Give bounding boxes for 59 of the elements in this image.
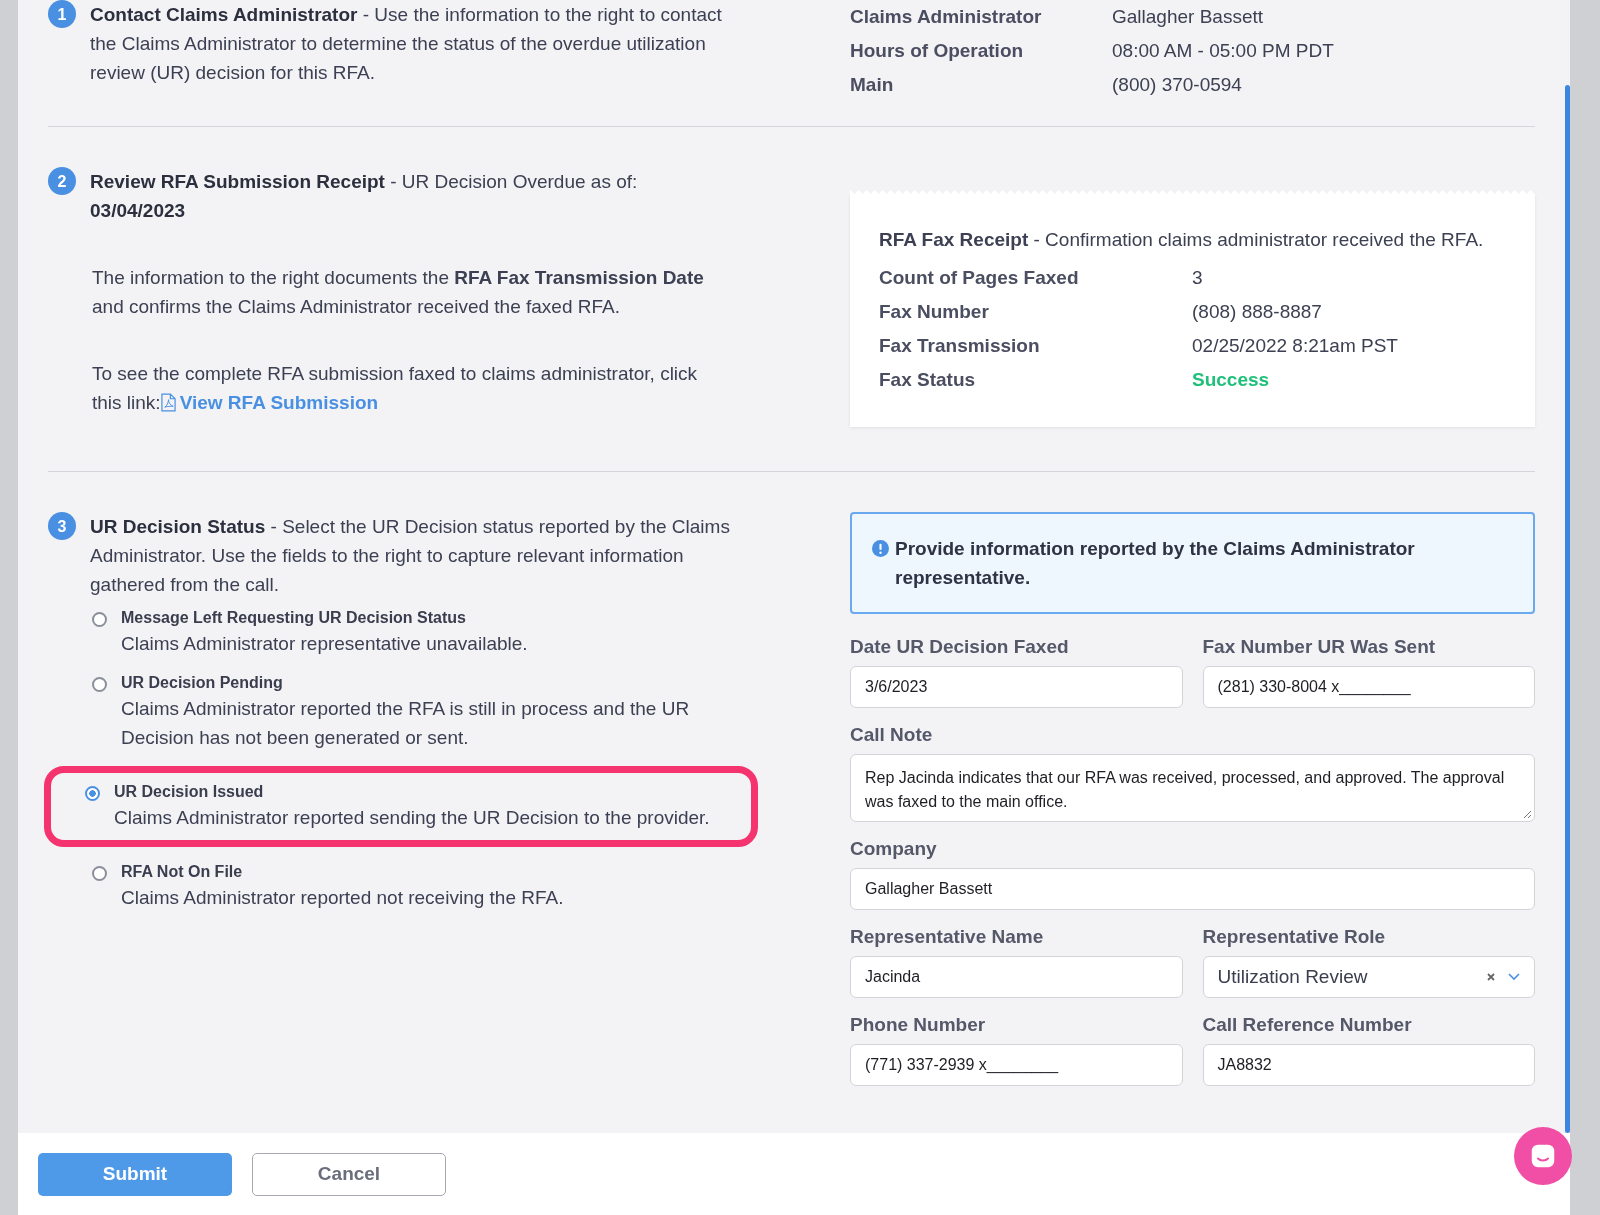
radio-button[interactable]	[92, 866, 107, 881]
option-description: Claims Administrator reported the RFA is still in process and the UR Decision has not been generated or sent.	[121, 697, 691, 750]
receipt-label: Fax Number	[879, 300, 990, 324]
option-title[interactable]: UR Decision Pending	[121, 672, 748, 694]
receipt-label: Fax Transmission	[879, 334, 1041, 358]
receipt-label: Fax Status	[879, 368, 977, 392]
input-field[interactable]: (771) 337-2939 x________	[850, 1044, 1183, 1086]
radio-button[interactable]	[92, 677, 107, 692]
clear-icon[interactable]	[1486, 972, 1496, 982]
scrollbar[interactable]	[1565, 85, 1570, 1133]
field-label: Call Reference Number	[1202, 1013, 1413, 1037]
pdf-file-icon	[160, 393, 176, 412]
detail-label: Main	[850, 73, 895, 97]
info-icon	[872, 540, 889, 557]
step-number: 1	[48, 0, 76, 28]
chevron-down-icon[interactable]	[1508, 973, 1520, 981]
option-title[interactable]: RFA Not On File	[121, 861, 564, 883]
field-label: Date UR Decision Faxed	[850, 635, 1070, 659]
receipt-label: Count of Pages Faxed	[879, 266, 1080, 290]
detail-label: Claims Administrator	[850, 5, 1043, 29]
field-label: Fax Number UR Was Sent	[1202, 635, 1437, 659]
step-heading: Contact Claims Administrator - Use the information to the right to contact the Claims Administrator to determine the status of the overdue utilization review (UR) decision for this RFA.	[90, 3, 723, 85]
input-field[interactable]: JA8832	[1202, 1044, 1535, 1086]
field-label: Company	[850, 837, 938, 861]
step-number: 2	[48, 167, 76, 195]
link-intro-text: To see the complete RFA submission faxed to claims administrator, click this link: View RFA Submission	[92, 362, 699, 415]
input-field[interactable]: 3/6/2023	[850, 666, 1183, 708]
step-heading: UR Decision Status - Select the UR Decision status reported by the Claims Administrator. Use the fields to the right to capture relevant information gathered from the call.	[90, 515, 731, 597]
receipt-value: 3	[1192, 266, 1204, 290]
field-label: Phone Number	[850, 1013, 987, 1037]
role-dropdown[interactable]: Utilization Review	[1202, 956, 1535, 998]
radio-button[interactable]	[92, 612, 107, 627]
step-heading: Review RFA Submission Receipt - UR Decision Overdue as of: 03/04/2023	[90, 170, 639, 223]
description-text: The information to the right documents the RFA Fax Transmission Date and confirms the Claims Administrator received the faxed RFA.	[92, 266, 705, 319]
receipt-value: (808) 888-8887	[1192, 300, 1323, 324]
step-number: 3	[48, 512, 76, 540]
detail-value: (800) 370-0594	[1112, 73, 1243, 97]
call-note-field[interactable]: Rep Jacinda indicates that our RFA was received, processed, and approved. The approval was faxed to the main office.	[850, 754, 1535, 822]
notice-text: Provide information reported by the Claims Administrator representative.	[895, 537, 1415, 590]
option-description: Claims Administrator representative unavailable.	[121, 632, 528, 656]
receipt-value: 02/25/2022 8:21am PST	[1192, 334, 1399, 358]
receipt-heading: RFA Fax Receipt - Confirmation claims administrator received the RFA.	[879, 228, 1485, 252]
field-label: Call Note	[850, 723, 934, 747]
detail-label: Hours of Operation	[850, 39, 1025, 63]
field-label: Representative Name	[850, 925, 1045, 949]
option-description: Claims Administrator reported sending the UR Decision to the provider.	[114, 806, 710, 830]
option-title[interactable]: Message Left Requesting UR Decision Status	[121, 607, 528, 629]
field-label: Representative Role	[1202, 925, 1387, 949]
cancel-button[interactable]: Cancel	[252, 1152, 446, 1196]
receipt-value: Success	[1192, 368, 1271, 392]
detail-value: Gallagher Bassett	[1112, 5, 1265, 29]
option-title[interactable]: UR Decision Issued	[114, 781, 710, 803]
radio-button[interactable]	[85, 786, 100, 801]
detail-value: 08:00 AM - 05:00 PM PDT	[1112, 39, 1335, 63]
resize-grip-icon	[1522, 809, 1532, 819]
option-description: Claims Administrator reported not receiving the RFA.	[121, 886, 564, 910]
input-field[interactable]: Gallagher Bassett	[850, 868, 1535, 910]
input-field[interactable]: (281) 330-8004 x________	[1202, 666, 1535, 708]
input-field[interactable]: Jacinda	[850, 956, 1183, 998]
